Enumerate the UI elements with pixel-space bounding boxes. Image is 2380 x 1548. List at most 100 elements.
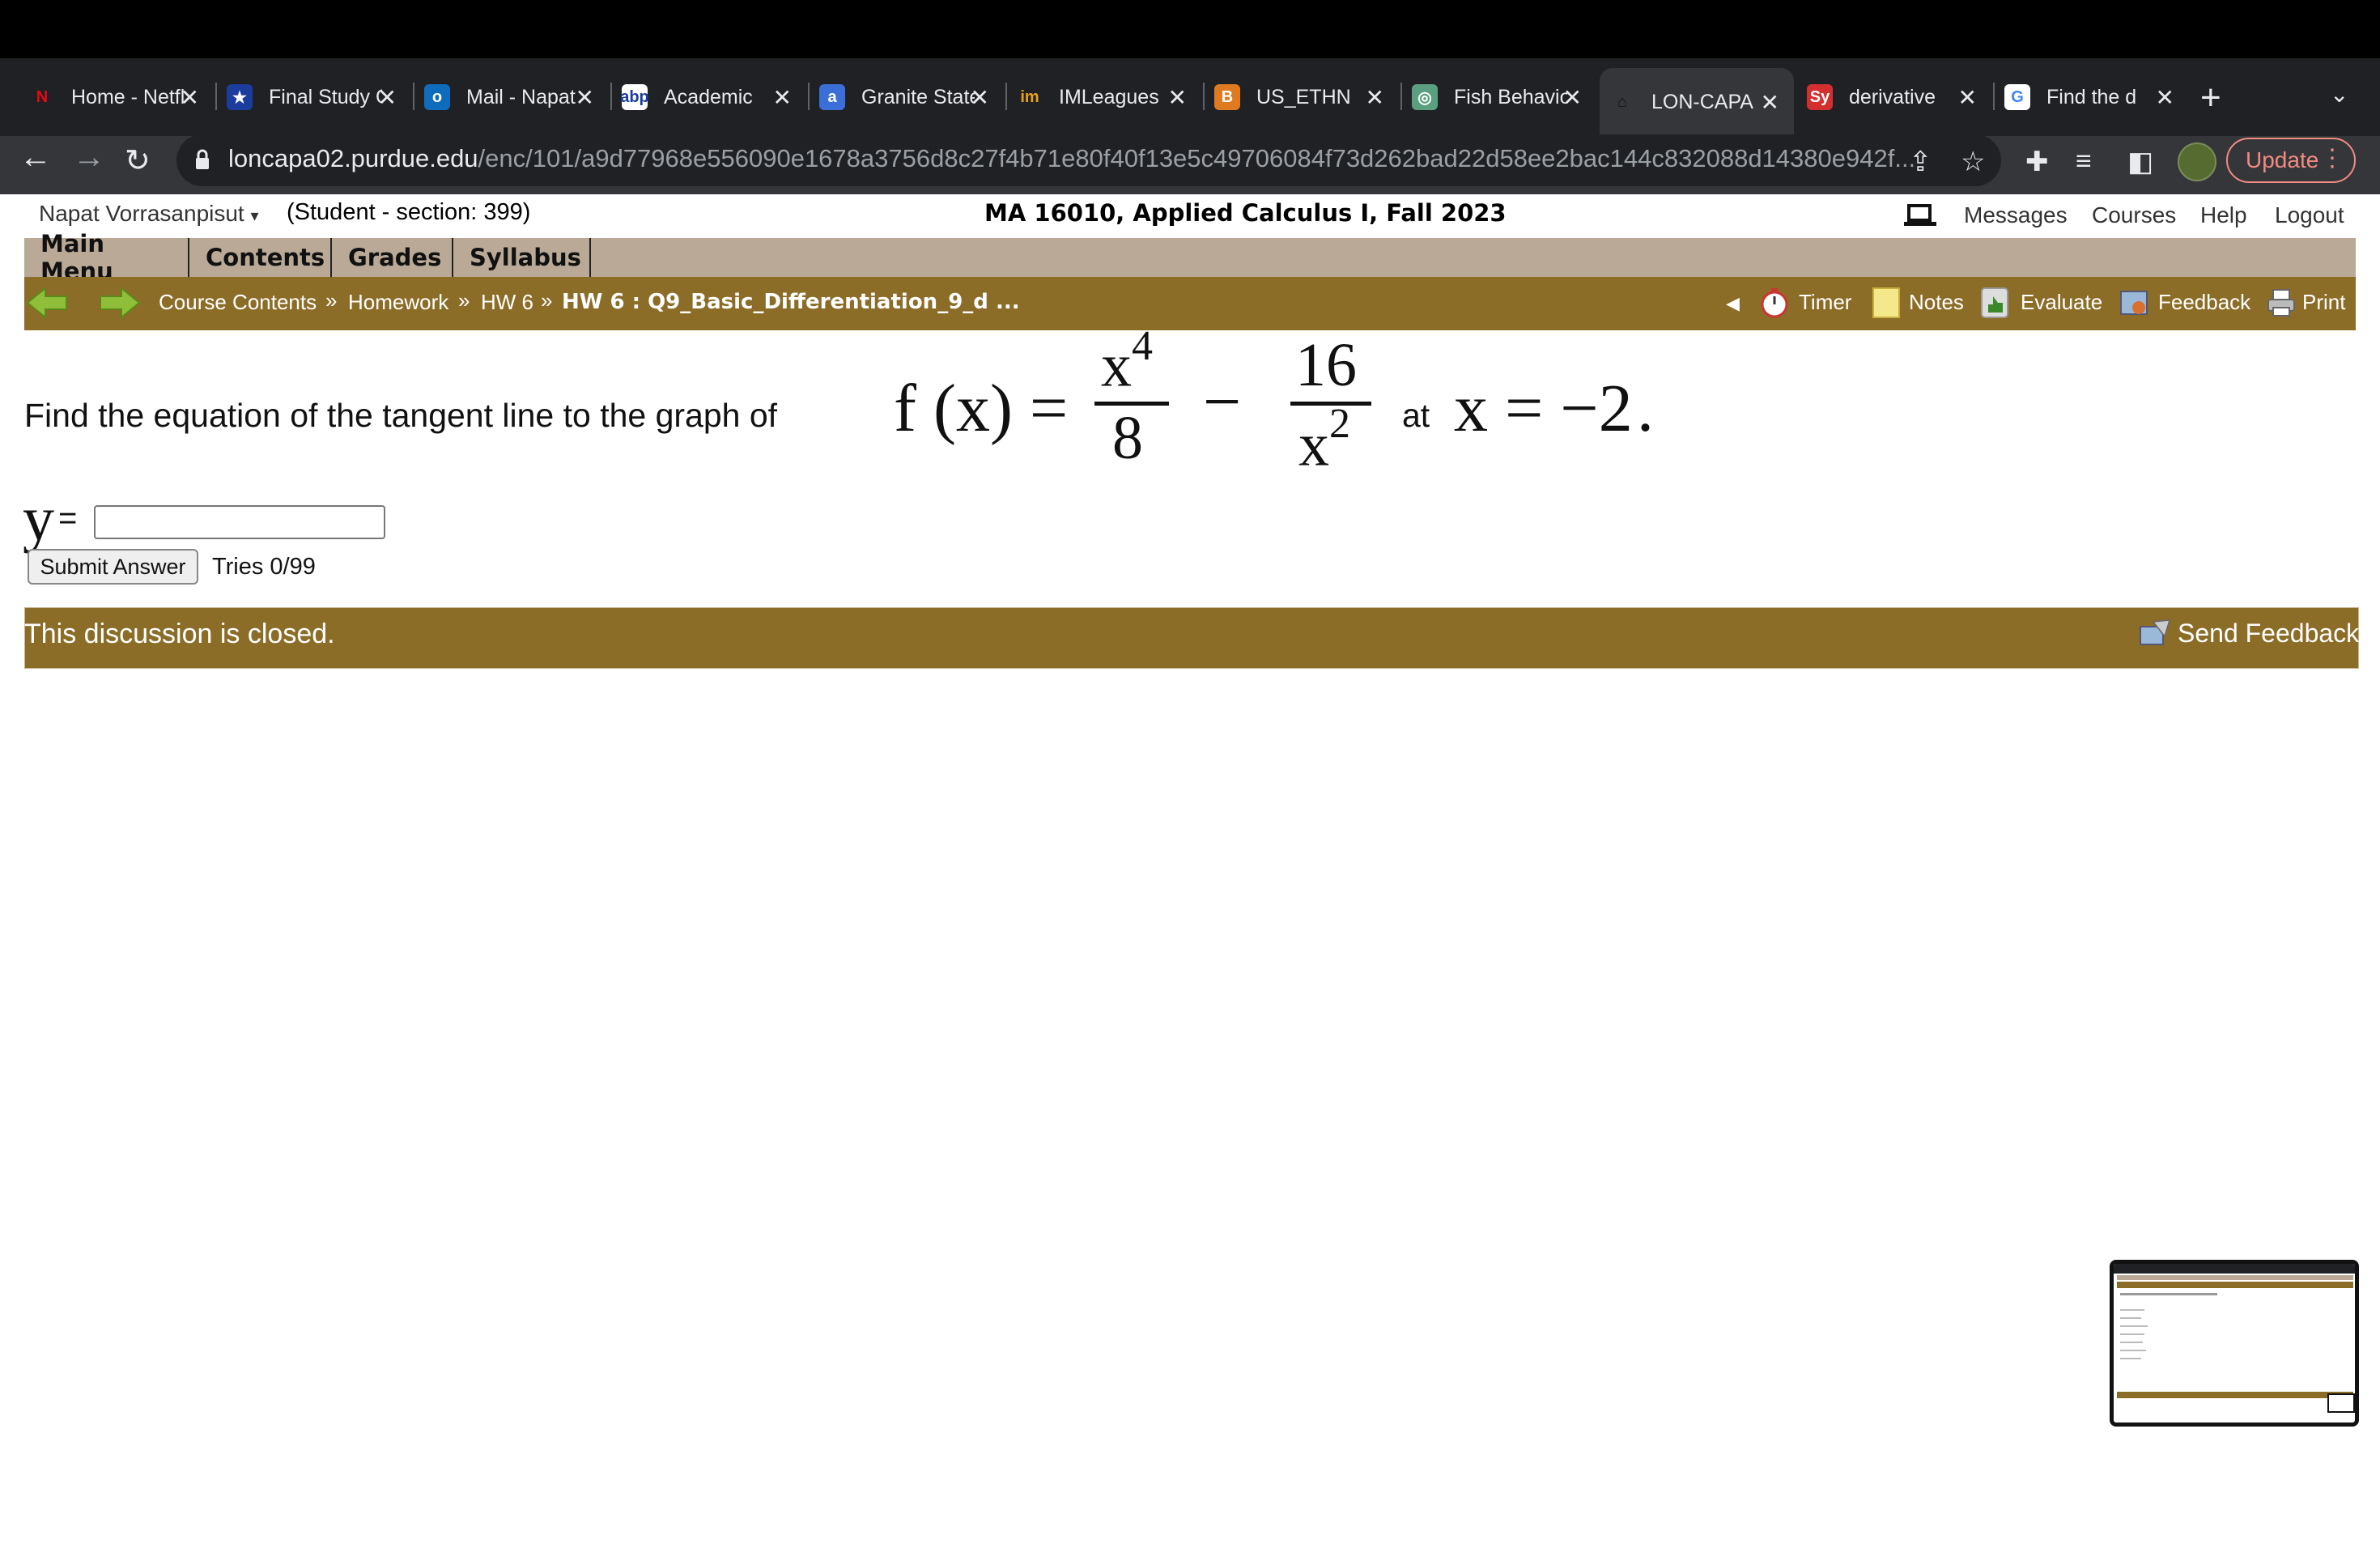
previous-arrow-icon[interactable] <box>28 287 68 319</box>
user-name: Napat Vorrasanpisut <box>39 201 244 226</box>
tab-title: Academic <box>664 85 753 108</box>
help-link[interactable]: Help <box>2200 202 2247 228</box>
tab-favicon-icon: im <box>1017 84 1043 110</box>
submit-answer-button[interactable]: Submit Answer <box>28 549 198 585</box>
evaluate-icon[interactable] <box>1980 287 2009 319</box>
browser-tab[interactable]: G Find the d ✕ <box>1995 68 2189 126</box>
breadcrumb-homework[interactable]: Homework <box>348 290 448 315</box>
breadcrumb-course-contents[interactable]: Course Contents <box>159 290 317 315</box>
back-arrow-icon[interactable]: ← <box>19 139 52 176</box>
term1-numerator: x4 <box>1101 323 1153 401</box>
tab-close-icon[interactable]: ✕ <box>971 84 989 111</box>
notes-icon[interactable] <box>1872 287 1901 319</box>
evaluate-label[interactable]: Evaluate <box>2021 290 2102 315</box>
timer-label[interactable]: Timer <box>1799 290 1851 315</box>
tab-title: Mail - Napat <box>466 85 576 108</box>
print-label[interactable]: Print <box>2302 290 2345 315</box>
breadcrumb-current: HW 6 : Q9_Basic_Differentiation_9_d ... <box>562 290 1020 314</box>
thumbnail-text-line <box>2120 1317 2141 1319</box>
tab-close-icon[interactable]: ✕ <box>1958 84 1977 111</box>
term2-denominator-base: x <box>1298 410 1329 479</box>
menu-main-menu[interactable]: Main Menu <box>24 230 189 285</box>
laptop-icon[interactable] <box>1904 204 1936 227</box>
term2-numerator: 16 <box>1295 331 1357 399</box>
print-icon[interactable] <box>2267 287 2296 319</box>
chevron-down-icon: ▾ <box>250 207 259 225</box>
tab-close-icon[interactable]: ✕ <box>576 84 594 111</box>
tab-search-icon[interactable]: ⌄ <box>2330 81 2348 108</box>
breadcrumb-hw6[interactable]: HW 6 <box>481 290 533 315</box>
browser-tab[interactable]: N Home - Netflix✕ <box>19 68 214 126</box>
browser-tab[interactable]: B US_ETHN ✕ <box>1205 68 1399 126</box>
menu-grades[interactable]: Grades <box>332 238 453 277</box>
tab-favicon-icon: ★ <box>227 84 253 110</box>
browser-tab[interactable]: ◎ Fish Behavior ✕ <box>1402 68 1596 126</box>
thumbnail-inner-thumb <box>2327 1393 2355 1413</box>
user-name-menu[interactable]: Napat Vorrasanpisut ▾ <box>39 201 259 227</box>
tab-close-icon[interactable]: ✕ <box>1168 84 1187 111</box>
new-tab-button[interactable]: + <box>2200 78 2221 118</box>
profile-avatar[interactable] <box>2178 142 2216 181</box>
tab-close-icon[interactable]: ✕ <box>773 84 792 111</box>
media-control-icon[interactable]: ≡ <box>2076 146 2092 177</box>
courses-link[interactable]: Courses <box>2092 202 2176 228</box>
extensions-icon[interactable]: ✚ <box>2025 146 2049 178</box>
tab-close-icon[interactable]: ✕ <box>2156 84 2174 111</box>
tab-close-icon[interactable]: ✕ <box>1366 84 1384 111</box>
thumbnail-text-line <box>2120 1350 2146 1351</box>
browser-tab[interactable]: a Granite State ✕ <box>810 68 1004 126</box>
term2-denominator-exponent: 2 <box>1329 401 1350 447</box>
browser-tab[interactable]: Sy derivative ✕ <box>1797 68 1991 126</box>
share-icon[interactable]: ⇪ <box>1909 146 1932 178</box>
menu-syllabus[interactable]: Syllabus <box>453 238 591 277</box>
next-arrow-icon[interactable] <box>100 287 141 319</box>
tab-title: derivative <box>1849 85 1936 108</box>
timer-icon[interactable] <box>1760 287 1789 319</box>
course-title: MA 16010, Applied Calculus I, Fall 2023 <box>984 199 1507 227</box>
tab-title: Home - Netflix <box>71 85 185 108</box>
thumbnail-text-line <box>2120 1325 2148 1327</box>
url-text[interactable]: loncapa02.purdue.edu/enc/101/a9d77968e55… <box>228 144 1915 173</box>
thumbnail-text-line <box>2120 1309 2144 1311</box>
update-label: Update <box>2246 147 2319 172</box>
thumbnail-chrome <box>2114 1264 2355 1274</box>
forward-arrow-icon[interactable]: → <box>73 139 105 176</box>
more-menu-icon[interactable]: ⋮ <box>2320 144 2344 172</box>
tab-title: Final Study Guide <box>269 85 382 108</box>
send-feedback-link[interactable]: Send Feedback <box>2178 619 2359 649</box>
logout-link[interactable]: Logout <box>2275 202 2344 228</box>
browser-tab[interactable]: ⌂ LON-CAPA ✕ <box>1600 68 1794 136</box>
browser-tab[interactable]: ★ Final Study Guide✕ <box>217 68 411 126</box>
tab-favicon-icon: Sy <box>1807 84 1833 110</box>
thumbnail-breadcrumb <box>2117 1282 2353 1288</box>
feedback-label[interactable]: Feedback <box>2158 290 2250 315</box>
bookmark-star-icon[interactable]: ☆ <box>1961 146 1985 178</box>
tab-close-icon[interactable]: ✕ <box>181 84 199 111</box>
menu-contents[interactable]: Contents <box>189 238 332 277</box>
answer-input[interactable] <box>94 505 385 539</box>
tab-close-icon[interactable]: ✕ <box>378 84 397 111</box>
discussion-status: This discussion is closed. <box>24 619 335 649</box>
side-panel-icon[interactable]: ◧ <box>2127 146 2153 178</box>
update-button[interactable]: Update ⋮ <box>2226 138 2356 183</box>
browser-tab[interactable]: abp Academic ✕ <box>612 68 806 126</box>
messages-link[interactable]: Messages <box>1964 202 2068 228</box>
breadcrumb-separator: » <box>541 288 553 313</box>
tab-title: Fish Behavior <box>1454 85 1567 108</box>
notes-label[interactable]: Notes <box>1909 290 1964 315</box>
collapse-tools-icon[interactable]: ◀ <box>1726 293 1740 314</box>
tab-close-icon[interactable]: ✕ <box>1563 84 1582 111</box>
browser-tab[interactable]: im IMLeagues ✕ <box>1007 68 1201 126</box>
answer-equals: = <box>58 500 78 536</box>
tab-close-icon[interactable]: ✕ <box>1761 89 1779 116</box>
tab-favicon-icon: ⌂ <box>1609 89 1635 115</box>
thumbnail-text-line <box>2120 1293 2217 1295</box>
tries-counter: Tries 0/99 <box>212 554 316 580</box>
send-feedback-icon[interactable] <box>2137 619 2171 651</box>
feedback-icon[interactable] <box>2119 287 2148 319</box>
screenshot-thumbnail[interactable] <box>2110 1260 2359 1427</box>
term1-denominator: 8 <box>1112 404 1143 472</box>
browser-tab[interactable]: o Mail - Napat ✕ <box>414 68 609 126</box>
reload-icon[interactable]: ↻ <box>125 142 151 179</box>
discussion-bar <box>24 607 2359 669</box>
